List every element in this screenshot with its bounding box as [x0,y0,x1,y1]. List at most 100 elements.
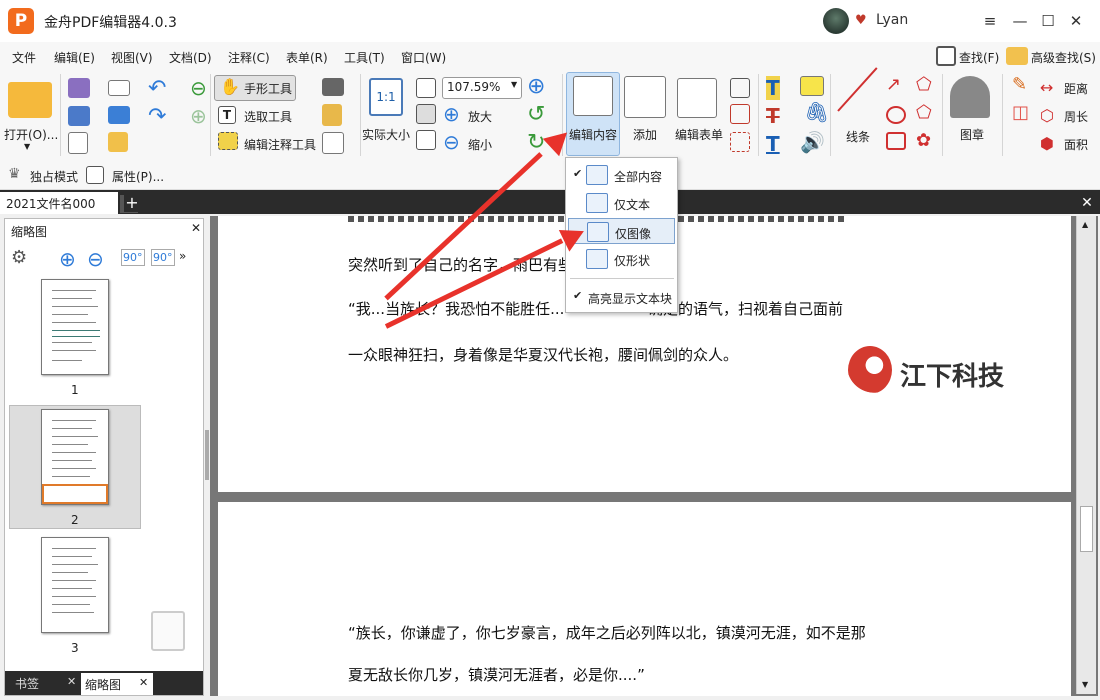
panel-splitter[interactable] [205,430,209,480]
rotate-cw-icon[interactable]: ↻ [527,130,545,155]
perimeter-label[interactable]: 周长 [1064,108,1088,125]
avatar[interactable] [823,8,849,34]
attachment-icon[interactable]: 🖇 [804,100,829,124]
select-text-icon[interactable]: T [218,106,236,124]
perimeter-icon[interactable]: ⬡ [1040,106,1054,125]
add-label[interactable]: 添加 [633,126,657,143]
folder-open-icon[interactable] [8,82,52,118]
exclusive-mode-button[interactable]: 独占模式 [30,168,78,185]
eraser-icon[interactable]: ◫ [1012,102,1029,123]
vertical-scrollbar[interactable]: ▲ ▼ [1076,216,1096,694]
properties-icon[interactable] [86,166,104,184]
advanced-find-button[interactable]: 高级查找(S) [1031,49,1096,66]
menu-tools[interactable]: 工具(T) [344,49,385,66]
zoom-out-icon[interactable]: ⊖ [443,130,460,154]
close-thumbnails-tab-icon[interactable]: ✕ [139,676,148,689]
rectangle-tool-icon[interactable] [886,132,906,150]
maximize-button[interactable]: ☐ [1034,8,1062,34]
new-tab-button[interactable]: + [124,194,140,212]
select-tool-label[interactable]: 选取工具 [244,108,292,125]
print-icon[interactable] [68,106,90,126]
back-icon[interactable]: ⊖ [190,76,207,100]
add-icon[interactable] [624,76,666,118]
menu-view[interactable]: 视图(V) [111,49,153,66]
strikeout-text-icon[interactable]: T [766,104,780,128]
arrow-tool-icon[interactable]: ↗ [886,74,901,95]
rotate-left-icon[interactable]: 90° [121,249,145,266]
email-icon[interactable] [108,80,130,96]
stamp-icon[interactable] [950,76,990,118]
thumbnail-page-3[interactable] [41,537,109,633]
menu-edit[interactable]: 编辑(E) [54,49,95,66]
edit-annotation-icon[interactable] [218,132,238,150]
pencil-icon[interactable]: ✎ [1012,74,1027,95]
find-button[interactable]: 查找(F) [959,49,999,66]
scroll-up-icon[interactable]: ▲ [1082,220,1088,229]
edit-annot-tool-label[interactable]: 编辑注释工具 [244,136,316,153]
polyline-tool-icon[interactable]: ⬠ [916,74,932,95]
magnifier-icon[interactable]: ⊕ [527,74,545,99]
menu-form[interactable]: 表单(R) [286,49,328,66]
scroll-thumb[interactable] [1080,506,1093,552]
edit-form-icon[interactable] [677,78,717,118]
dropdown-item-highlight-text-block[interactable]: ✔ 高亮显示文本块 [568,284,675,310]
close-panel-icon[interactable]: ✕ [191,221,201,235]
pages-icon[interactable] [322,132,344,154]
zoom-in-label[interactable]: 放大 [468,108,492,125]
find-icon[interactable] [936,46,956,66]
open-label[interactable]: 打开(O)... [4,126,58,143]
close-button[interactable]: ✕ [1062,8,1090,34]
menu-document[interactable]: 文档(D) [169,49,212,66]
fit-page-icon[interactable] [416,78,436,98]
username[interactable]: Lyan [876,12,908,28]
stamp-label[interactable]: 图章 [960,126,984,143]
dropdown-item-shape-only[interactable]: 仅形状 [568,246,675,272]
polygon-tool-icon[interactable]: ⬠ [916,102,932,123]
chevron-down-icon[interactable]: ▼ [511,80,517,89]
properties-button[interactable]: 属性(P)... [112,168,164,185]
line-label[interactable]: 线条 [846,128,870,145]
menu-icon[interactable]: ≡ [976,8,1004,34]
thumbnail-page-2[interactable] [41,409,109,505]
bookmarks-tab[interactable]: 书签 [15,675,39,692]
fit-width-icon[interactable] [416,104,436,124]
close-document-button[interactable]: ✕ [1078,194,1096,212]
sound-icon[interactable]: 🔊 [800,130,825,154]
scroll-down-icon[interactable]: ▼ [1082,680,1088,689]
dropdown-item-text-only[interactable]: 仅文本 [568,190,675,216]
more-icon[interactable]: » [179,249,186,263]
advanced-find-icon[interactable] [1006,47,1028,65]
cloud-tool-icon[interactable]: ✿ [916,130,931,151]
rotate-ccw-icon[interactable]: ↺ [527,102,545,127]
camera-icon[interactable] [322,78,344,96]
text-box-icon[interactable] [730,78,750,98]
undo-icon[interactable]: ↶ [148,76,166,101]
forward-icon[interactable]: ⊕ [190,104,207,128]
cloud-icon[interactable] [108,106,130,124]
area-icon[interactable]: ⬢ [1040,134,1054,153]
text-box-dashed-icon[interactable] [730,132,750,152]
text-box-red-icon[interactable] [730,104,750,124]
actual-size-icon[interactable]: 1:1 [369,78,403,116]
distance-icon[interactable]: ↔ [1040,78,1053,97]
line-tool-icon[interactable] [837,67,878,112]
options-gear-icon[interactable]: ⚙ [11,247,27,268]
fit-visible-icon[interactable] [416,130,436,150]
new-icon[interactable] [108,132,128,152]
rotate-right-icon[interactable]: 90° [151,249,175,266]
zoom-out-label[interactable]: 缩小 [468,136,492,153]
area-label[interactable]: 面积 [1064,136,1088,153]
ellipse-tool-icon[interactable] [886,106,906,124]
thumbnail-page-1[interactable] [41,279,109,375]
export-icon[interactable] [68,132,88,154]
menu-comment[interactable]: 注释(C) [228,49,270,66]
note-icon[interactable] [800,76,824,96]
enlarge-thumbnail-icon[interactable]: ⊕ [59,247,76,271]
menu-window[interactable]: 窗口(W) [401,49,446,66]
redo-icon[interactable]: ↷ [148,104,166,129]
zoom-in-icon[interactable]: ⊕ [443,102,460,126]
underline-text-icon[interactable]: T [766,132,780,156]
menu-file[interactable]: 文件 [12,49,36,66]
document-tab[interactable]: 2021文件名000 [0,192,118,214]
dropdown-item-all-content[interactable]: ✔ 全部内容 [568,162,675,188]
